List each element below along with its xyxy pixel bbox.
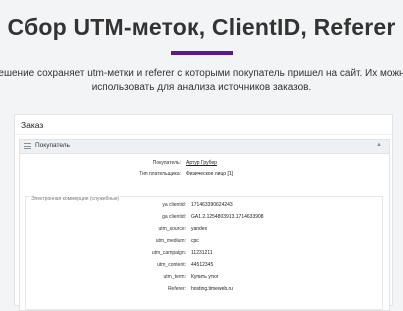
buyer-label: Покупатель: [152,160,181,166]
field-value: 11231211 [191,250,213,256]
description-line-1: ешение сохраняет utm-метки и referer с к… [0,68,403,79]
order-card: Заказ Покупатель ▲ Покупатель: Артур Гру… [14,114,393,311]
field-label: utm_source: [158,226,186,232]
title-underline [171,51,233,55]
payer-type-label: Тип плательщика: [139,171,181,177]
field-label: utm_content: [157,262,186,268]
chevron-up-icon[interactable]: ▲ [376,142,382,148]
field-value: 44512345 [191,262,214,268]
field-value: 171463390624243 [191,202,233,208]
buyer-section-header[interactable]: Покупатель ▲ [20,140,389,154]
field-value: Купить утюг [191,274,219,280]
buyer-section: Покупатель ▲ Покупатель: Артур Грубер Ти… [19,139,390,311]
ecommerce-group: Электронная коммерция (служебные) ya cli… [25,196,383,310]
order-card-title: Заказ [21,120,44,130]
payer-type-value: Физическое лицо [1] [186,171,234,177]
field-label: ya clientid: [162,202,186,208]
divider [15,134,392,135]
field-label: utm_campaign: [151,250,186,256]
description-line-2: использовать для анализа источников зака… [91,82,312,93]
ecommerce-group-label: Электронная коммерция (служебные) [30,196,121,202]
menu-icon[interactable] [24,143,31,149]
field-value: yandex [191,226,208,232]
field-label: ga clientid: [162,214,186,220]
field-value: GA1.2.1254803913.1714633908 [191,214,264,220]
page-title: Сбор UTM-меток, ClientID, Referer [7,14,396,40]
field-label: utm_medium: [155,238,186,244]
field-label: utm_term: [163,274,186,280]
buyer-link[interactable]: Артур Грубер [186,160,217,166]
description: ешение сохраняет utm-метки и referer с к… [0,67,403,95]
field-label: Referer: [167,286,186,292]
field-value: cpc [191,238,199,244]
buyer-section-label: Покупатель [35,142,70,149]
field-value: hosting.timeweb.ru [191,286,233,292]
